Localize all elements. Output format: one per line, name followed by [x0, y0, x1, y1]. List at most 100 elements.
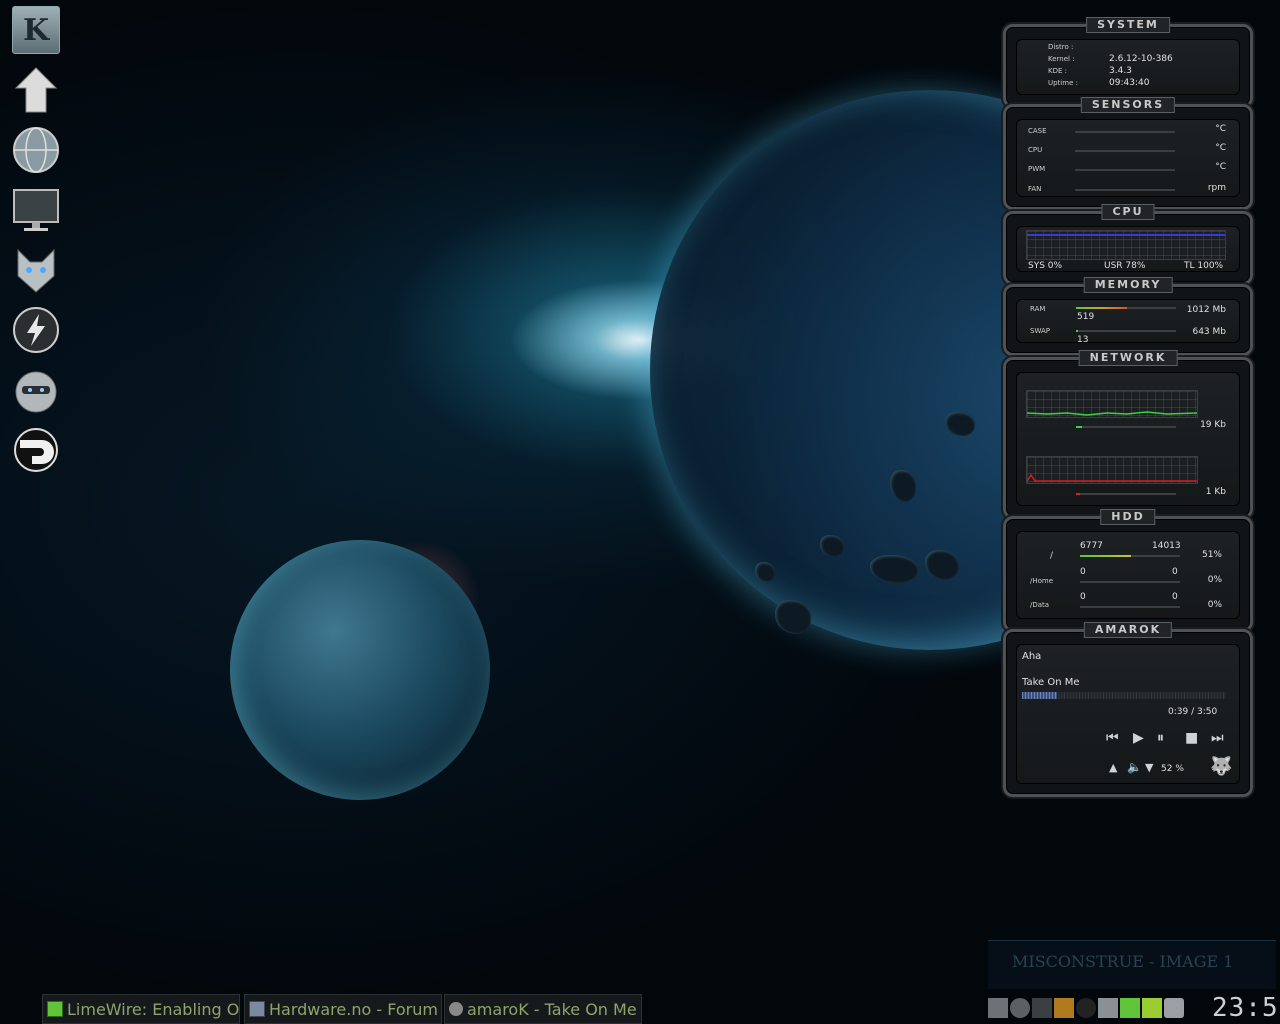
previous-track-icon[interactable]: ⏮: [1106, 730, 1119, 746]
firefox-fox-icon[interactable]: [12, 246, 60, 294]
sensor-label: PWM: [1028, 165, 1046, 173]
sensors-panel: SENSORS CASE °C CPU °C PWM °C FAN rpm: [1003, 97, 1253, 210]
hdd-percent: 0%: [1207, 600, 1222, 610]
sensor-label: FAN: [1028, 185, 1042, 193]
limewire-icon: [47, 1001, 63, 1017]
download-rate: 19 Kb: [1200, 420, 1226, 430]
upload-bar-fill: [1076, 493, 1080, 495]
lightning-icon[interactable]: [12, 306, 60, 354]
hdd-total: 14013: [1152, 541, 1181, 551]
sensor-unit: °C: [1215, 162, 1226, 172]
swap-total: 643 Mb: [1192, 327, 1226, 337]
play-icon[interactable]: ▶: [1133, 730, 1144, 746]
asteroid: [755, 562, 775, 582]
volume-level: 52 %: [1161, 764, 1184, 774]
cpu-graph-line: [1027, 234, 1225, 236]
hdd-used: 6777: [1080, 541, 1103, 551]
amarok-progress-bar[interactable]: [1022, 692, 1226, 699]
swap-used: 13: [1077, 335, 1089, 345]
hdd-used: 0: [1080, 567, 1086, 577]
cpu-graph: [1026, 230, 1226, 260]
ram-bar: [1076, 307, 1176, 309]
hdd-panel: HDD / 6777 14013 51% /Home 0 0 0% /Data …: [1003, 509, 1253, 632]
network-title: NETWORK: [1078, 350, 1178, 366]
speaker-icon: 🔈: [1127, 760, 1142, 774]
monitor-icon[interactable]: [12, 186, 60, 234]
clipboard-icon[interactable]: [988, 998, 1008, 1018]
wolf-tray-icon[interactable]: [1098, 998, 1118, 1018]
task-hardware-forum[interactable]: Hardware.no - Forum: [244, 994, 442, 1024]
next-track-icon[interactable]: ⏭: [1211, 730, 1224, 746]
download-graph-line: [1027, 411, 1197, 416]
task-amarok[interactable]: amaroK - Take On Me: [444, 994, 642, 1024]
robot-icon[interactable]: [12, 366, 60, 414]
distro-label: Distro :: [1048, 43, 1074, 51]
stop-icon[interactable]: ■: [1185, 730, 1198, 746]
download-graph: [1026, 390, 1198, 418]
uptime-value: 09:43:40: [1109, 78, 1150, 88]
disk-icon[interactable]: [1010, 998, 1030, 1018]
sensor-label: CASE: [1028, 127, 1047, 135]
cpu-sys: SYS 0%: [1028, 261, 1063, 271]
watermark-text: MISCONSTRUE - IMAGE 1: [1012, 952, 1234, 971]
home-icon[interactable]: [12, 66, 60, 114]
amarok-icon: [449, 1002, 463, 1016]
sensor-bar: [1075, 131, 1175, 133]
hdd-mount: /Home: [1030, 577, 1054, 585]
hdd-total: 0: [1172, 567, 1178, 577]
hdd-mount: /Data: [1030, 601, 1050, 609]
upload-rate: 1 Kb: [1205, 487, 1226, 497]
hdd-bar: [1080, 555, 1180, 557]
swap-label: SWAP: [1030, 327, 1050, 335]
cpu-usr: USR 78%: [1104, 261, 1146, 271]
download-bar-fill: [1076, 426, 1082, 428]
amarok-title: AMAROK: [1083, 622, 1173, 638]
task-label: Hardware.no - Forum: [269, 999, 438, 1019]
user-icon[interactable]: [1120, 998, 1140, 1018]
chip-icon[interactable]: [1142, 998, 1162, 1018]
volume-up-icon[interactable]: ▲: [1109, 761, 1117, 774]
network-panel: NETWORK 19 Kb 1 Kb: [1003, 350, 1253, 519]
taskbar-clock[interactable]: 23:57: [1212, 993, 1280, 1023]
hdd-bar: [1080, 606, 1180, 608]
pause-icon[interactable]: ⏸: [1157, 730, 1164, 746]
sensor-unit: °C: [1215, 143, 1226, 153]
volume-down-icon[interactable]: ▼: [1145, 761, 1153, 774]
download-bar: [1076, 426, 1176, 428]
sensor-unit: °C: [1215, 124, 1226, 134]
amarok-artist: Aha: [1022, 651, 1042, 662]
kde-label: KDE :: [1048, 67, 1067, 75]
planet-moon: [230, 540, 490, 800]
hdd-percent: 51%: [1201, 550, 1222, 560]
hdd-mount: /: [1050, 551, 1054, 561]
amarok-time: 0:39 / 3:50: [1168, 707, 1218, 717]
bomb-icon[interactable]: [1076, 998, 1096, 1018]
amarok-track: Take On Me: [1022, 677, 1080, 688]
cpu-tl: TL 100%: [1184, 261, 1224, 271]
globe-icon[interactable]: [12, 126, 60, 174]
swap-bar: [1076, 330, 1176, 332]
upload-graph: [1026, 456, 1198, 484]
kde-menu-icon[interactable]: K: [12, 6, 60, 54]
system-title: SYSTEM: [1086, 17, 1170, 33]
terminal-icon[interactable]: [12, 426, 60, 474]
kernel-value: 2.6.12-10-386: [1109, 54, 1173, 64]
amarok-progress-fill: [1022, 692, 1057, 699]
storage-icon[interactable]: [1164, 998, 1184, 1018]
sensor-label: CPU: [1028, 146, 1043, 154]
amarok-wolf-icon[interactable]: 🐺: [1210, 756, 1232, 777]
task-limewire[interactable]: LimeWire: Enabling Op: [42, 994, 240, 1024]
cpu-title: CPU: [1101, 204, 1155, 220]
ram-total: 1012 Mb: [1186, 305, 1226, 315]
upload-graph-line: [1027, 473, 1197, 482]
wallet-icon[interactable]: [1054, 998, 1074, 1018]
sensor-bar: [1075, 169, 1175, 171]
cpu-panel: CPU SYS 0% USR 78% TL 100%: [1003, 204, 1253, 285]
memory-panel: MEMORY RAM 519 1012 Mb SWAP 13 643 Mb: [1003, 277, 1253, 356]
hdd-total: 0: [1172, 592, 1178, 602]
task-label: amaroK - Take On Me: [467, 999, 637, 1019]
hdd-bar-fill: [1080, 555, 1131, 557]
task-label: LimeWire: Enabling Op: [67, 999, 240, 1019]
umbrella-icon[interactable]: [1032, 998, 1052, 1018]
hdd-used: 0: [1080, 592, 1086, 602]
